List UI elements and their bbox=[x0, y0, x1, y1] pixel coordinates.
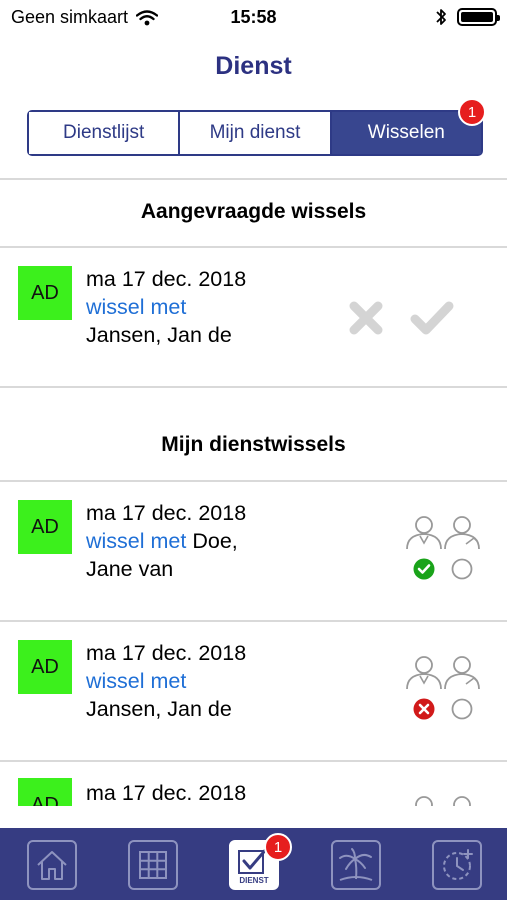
swap-details: ma 17 dec. 2018 wissel met Doe, Jane van bbox=[86, 499, 246, 583]
segmented-control: Dienstlijst Mijn dienst Wisselen 1 bbox=[27, 98, 486, 156]
clock-add-icon bbox=[443, 849, 473, 880]
my-swap-row[interactable]: AD ma 17 dec. 2018 bbox=[0, 762, 507, 806]
reject-icon[interactable] bbox=[349, 301, 383, 335]
avatar: AD bbox=[18, 500, 72, 554]
status-time: 15:58 bbox=[230, 7, 277, 27]
pending-status-icon bbox=[451, 698, 473, 720]
tab-home[interactable] bbox=[27, 840, 77, 890]
swap-persons-icon bbox=[415, 796, 471, 806]
swap-date: ma 17 dec. 2018 bbox=[86, 641, 247, 665]
my-swap-row[interactable]: AD ma 17 dec. 2018 wissel met Doe, Jane … bbox=[0, 482, 507, 620]
home-icon bbox=[37, 851, 67, 880]
accept-icon[interactable] bbox=[410, 300, 454, 336]
approved-status-icon bbox=[413, 558, 435, 580]
notification-badge: 1 bbox=[264, 833, 292, 861]
swap-person-line2: Jane van bbox=[86, 557, 174, 581]
segment-mijn-dienst[interactable]: Mijn dienst bbox=[180, 112, 332, 154]
tab-dienst[interactable]: DIENST 1 bbox=[229, 833, 292, 890]
swap-persons-icon bbox=[406, 656, 480, 690]
palm-tree-icon bbox=[339, 848, 373, 881]
swap-date: ma 17 dec. 2018 bbox=[86, 501, 247, 525]
swap-date: ma 17 dec. 2018 bbox=[86, 781, 247, 805]
swap-person: Doe, bbox=[192, 529, 238, 553]
tab-vacation[interactable] bbox=[331, 840, 381, 890]
divider bbox=[0, 178, 507, 180]
swap-details: ma 17 dec. 2018 wissel met Jansen, Jan d… bbox=[86, 265, 246, 349]
notification-badge: 1 bbox=[457, 98, 486, 126]
pending-status-icon bbox=[451, 558, 473, 580]
divider bbox=[0, 386, 507, 388]
segment-wisselen[interactable]: Wisselen 1 bbox=[331, 98, 486, 154]
battery-icon bbox=[457, 8, 500, 26]
swap-details: ma 17 dec. 2018 bbox=[86, 779, 246, 806]
avatar: AD bbox=[18, 640, 72, 694]
page-title: Dienst bbox=[215, 52, 292, 80]
rejected-status-icon bbox=[413, 698, 435, 720]
bluetooth-icon bbox=[436, 9, 446, 25]
segment-label: Wisselen bbox=[367, 122, 445, 143]
swap-with-link[interactable]: wissel met bbox=[86, 293, 246, 321]
swap-person: Jansen, Jan de bbox=[86, 323, 232, 347]
swap-date: ma 17 dec. 2018 bbox=[86, 267, 247, 291]
requested-swap-row[interactable]: AD ma 17 dec. 2018 wissel met Jansen, Ja… bbox=[0, 248, 507, 386]
swap-with-link[interactable]: wissel met bbox=[86, 529, 186, 553]
tab-bar: DIENST 1 bbox=[0, 828, 507, 900]
grid-icon bbox=[139, 851, 167, 879]
status-bar: Geen simkaart 15:58 bbox=[0, 0, 507, 36]
tab-time[interactable] bbox=[432, 840, 482, 890]
segment-label: Mijn dienst bbox=[209, 122, 301, 143]
my-swap-row[interactable]: AD ma 17 dec. 2018 wissel met Jansen, Ja… bbox=[0, 622, 507, 760]
swap-with-link[interactable]: wissel met bbox=[86, 667, 246, 695]
status-right bbox=[435, 7, 500, 27]
section-title-my-swaps: Mijn dienstwissels bbox=[161, 433, 346, 456]
swap-persons-icon bbox=[406, 516, 480, 550]
tab-schedule[interactable] bbox=[128, 840, 178, 890]
avatar: AD bbox=[18, 778, 72, 806]
section-title-requested: Aangevraagde wissels bbox=[140, 200, 367, 223]
segment-dienstlijst[interactable]: Dienstlijst bbox=[29, 112, 181, 154]
swap-person: Jansen, Jan de bbox=[86, 697, 232, 721]
avatar: AD bbox=[18, 266, 72, 320]
tab-label: DIENST bbox=[239, 876, 269, 885]
segment-label: Dienstlijst bbox=[63, 122, 145, 143]
swap-details: ma 17 dec. 2018 wissel met Jansen, Jan d… bbox=[86, 639, 246, 723]
